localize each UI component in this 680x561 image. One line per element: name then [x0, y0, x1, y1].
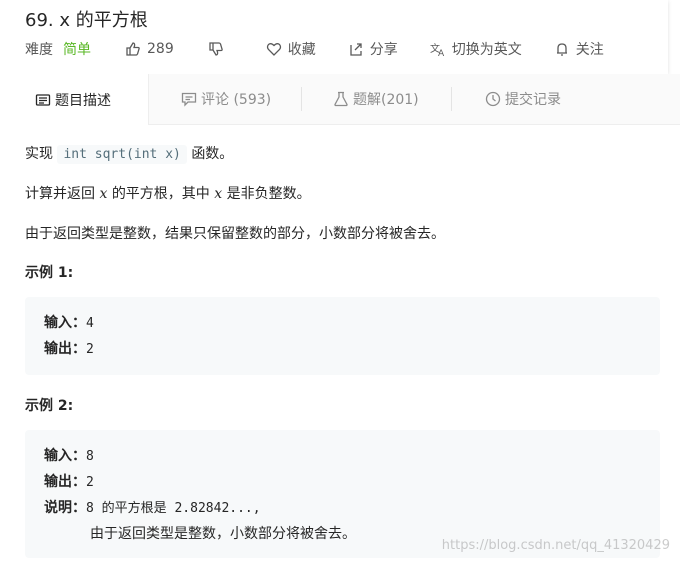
favorite-button[interactable]: 收藏: [266, 39, 316, 59]
description-paragraph: 实现 int sqrt(int x) 函数。: [25, 143, 234, 164]
output-label: 输出：: [44, 341, 86, 357]
input-value: 8: [86, 449, 94, 464]
share-label: 分享: [369, 42, 398, 58]
tab-divider: [451, 87, 452, 111]
description-paragraph: 计算并返回 x 的平方根，其中 x 是非负整数。: [25, 183, 311, 203]
tab-label: 题目描述: [55, 92, 111, 109]
tab-comments[interactable]: 评论 (593): [181, 74, 271, 124]
inline-code: int sqrt(int x): [57, 145, 187, 164]
output-value: 2: [86, 475, 94, 490]
clock-icon: [485, 91, 501, 107]
comment-icon: [181, 92, 197, 107]
example-explanation-line: 说明：8 的平方根是 2.82842...,: [44, 497, 261, 517]
explanation-text: 由于返回类型是整数，小数部分将被舍去。: [90, 526, 356, 542]
share-button[interactable]: 分享: [348, 39, 398, 59]
tab-submissions[interactable]: 提交记录: [485, 74, 561, 124]
example-heading: 示例 1:: [25, 265, 74, 281]
follow-button[interactable]: 关注: [554, 39, 604, 59]
text: 的平方根，其中: [111, 186, 210, 202]
problem-header: 69. x 的平方根 难度 简单 289 收藏 分享 文 A 切换为英文 关注: [0, 0, 668, 74]
thumbs-up-icon: [126, 42, 140, 56]
share-icon: [350, 43, 362, 56]
input-label: 输入：: [44, 448, 86, 464]
example-code-block: 输入：4 输出：2: [25, 297, 660, 375]
translate-button[interactable]: 文 A 切换为英文: [430, 39, 522, 59]
input-value: 4: [86, 316, 94, 331]
output-value: 2: [86, 342, 94, 357]
thumbs-down-icon: [209, 42, 223, 56]
explanation-label: 说明：: [44, 500, 86, 516]
flask-icon: [334, 91, 348, 107]
heart-icon: [266, 43, 281, 56]
difficulty-label: 难度: [25, 42, 53, 58]
tab-label: 评论 (593): [201, 92, 272, 108]
text: 函数。: [191, 146, 234, 162]
watermark: https://blog.csdn.net/qq_41320429: [441, 538, 670, 553]
favorite-label: 收藏: [287, 42, 316, 58]
tab-description[interactable]: 题目描述: [0, 74, 149, 125]
explanation-text: 8 的平方根是 2.82842...,: [86, 501, 261, 516]
variable: x: [99, 186, 108, 202]
variable: x: [214, 186, 223, 202]
description-paragraph: 由于返回类型是整数，结果只保留整数的部分，小数部分将被舍去。: [25, 226, 445, 242]
tab-label: 题解(201): [353, 92, 419, 108]
like-count: 289: [147, 41, 174, 57]
description-icon: [35, 93, 51, 106]
tab-bar: 题目描述 评论 (593) 题解(201) 提交记录: [0, 74, 680, 125]
example-output-line: 输出：2: [44, 471, 94, 491]
text: 是非负整数。: [226, 186, 311, 202]
follow-label: 关注: [575, 42, 604, 58]
problem-title: 69. x 的平方根: [25, 10, 148, 31]
example-input-line: 输入：4: [44, 312, 94, 332]
bell-icon: [556, 43, 567, 56]
translate-icon: 文 A: [430, 42, 445, 57]
svg-text:A: A: [438, 49, 445, 57]
problem-meta-row: 难度 简单 289 收藏 分享 文 A 切换为英文 关注: [25, 38, 604, 60]
translate-label: 切换为英文: [451, 42, 522, 58]
like-button[interactable]: 289: [125, 41, 174, 57]
text: 计算并返回: [25, 186, 95, 202]
example-output-line: 输出：2: [44, 338, 94, 358]
page: 69. x 的平方根 难度 简单 289 收藏 分享 文 A 切换为英文 关注 …: [0, 0, 680, 561]
example-heading: 示例 2:: [25, 398, 74, 414]
text: 实现: [25, 146, 53, 162]
input-label: 输入：: [44, 315, 86, 331]
example-input-line: 输入：8: [44, 445, 94, 465]
tab-label: 提交记录: [505, 92, 561, 108]
tab-divider: [301, 87, 302, 111]
output-label: 输出：: [44, 474, 86, 490]
tab-solutions[interactable]: 题解(201): [333, 74, 419, 124]
difficulty-value: 简单: [63, 42, 91, 58]
dislike-button[interactable]: [208, 41, 230, 57]
